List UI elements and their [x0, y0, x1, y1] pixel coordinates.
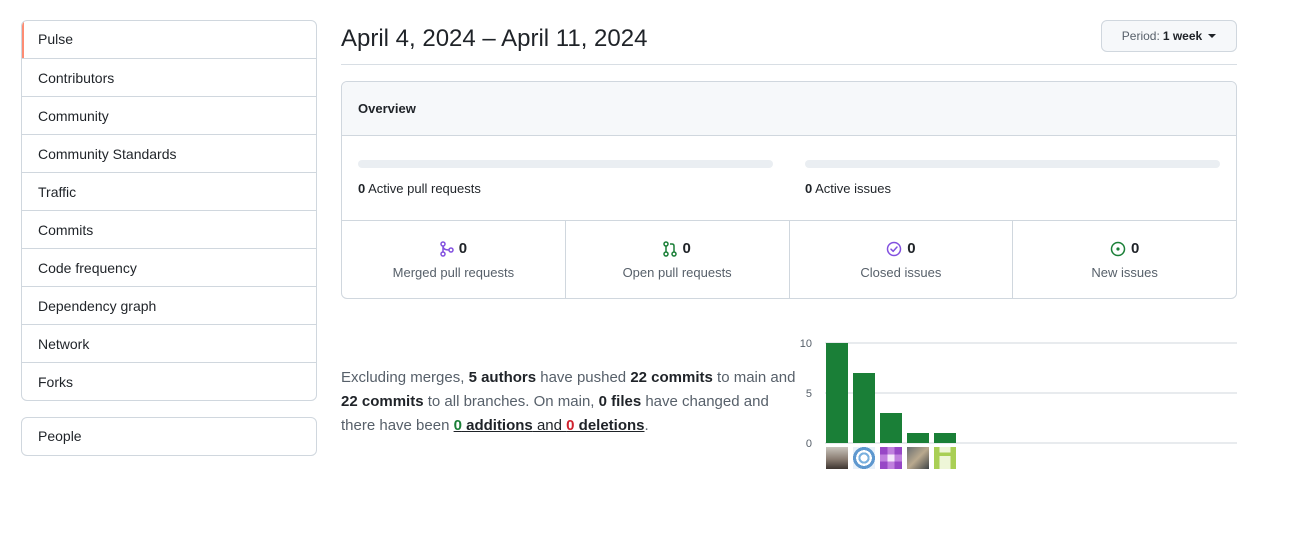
chart-bar[interactable]	[880, 413, 902, 443]
sidebar-item-traffic[interactable]: Traffic	[22, 172, 316, 210]
closed-issues-stat[interactable]: 0 Closed issues	[788, 221, 1013, 298]
active-issues-progress	[805, 160, 1220, 168]
additions-word: additions	[461, 417, 533, 434]
merged-pull-requests-count: 0	[458, 240, 468, 257]
closed-issues-count: 0	[907, 240, 916, 257]
active-issues-label: Active issues	[815, 181, 892, 196]
sidebar-item-community[interactable]: Community	[22, 96, 316, 134]
active-pull-requests-progress	[358, 160, 773, 168]
sidebar-item-community-standards[interactable]: Community Standards	[22, 134, 316, 172]
sidebar-item-network[interactable]: Network	[22, 324, 316, 362]
author-photo-icon[interactable]	[826, 447, 848, 469]
insights-sidebar: Pulse Contributors Community Community S…	[21, 20, 317, 401]
chart-y-tick-label: 10	[800, 338, 812, 350]
deletions-count: 0	[566, 417, 575, 434]
summary-text-2: have pushed	[536, 369, 631, 386]
commits-by-author-chart: 0 5 10	[790, 330, 1240, 478]
new-issues-label: New issues	[1091, 264, 1158, 280]
open-pull-requests-label: Open pull requests	[622, 264, 732, 280]
active-pull-requests-count: 0	[358, 181, 366, 196]
open-pull-requests-count: 0	[682, 240, 691, 257]
sidebar-item-commits[interactable]: Commits	[22, 210, 316, 248]
summary-text-4: to all branches. On main,	[423, 393, 599, 410]
sidebar-item-code-frequency[interactable]: Code frequency	[22, 248, 316, 286]
globe-avatar-icon[interactable]	[853, 447, 875, 469]
author-photo-icon[interactable]	[907, 447, 929, 469]
merged-pull-requests-stat[interactable]: 0 Merged pull requests	[342, 221, 565, 298]
summary-commits-main: 22 commits	[630, 369, 713, 386]
additions-deletions-link[interactable]: 0 additions and 0 deletions	[454, 417, 645, 434]
deletions-word: deletions	[574, 417, 645, 434]
chart-bar[interactable]	[934, 433, 956, 443]
overview-progress-row: 0 Active pull requests 0 Active issues	[342, 136, 1236, 221]
chart-bar[interactable]	[826, 343, 848, 443]
chart-bar[interactable]	[853, 373, 875, 443]
summary-and: and	[532, 417, 567, 434]
closed-issues-label: Closed issues	[860, 264, 942, 280]
sidebar-item-forks[interactable]: Forks	[22, 362, 316, 400]
summary-text-3: to main and	[712, 369, 796, 386]
additions-count: 0	[453, 417, 462, 434]
issue-closed-icon	[886, 241, 902, 256]
summary-end: .	[644, 417, 649, 434]
active-pull-requests-label: Active pull requests	[368, 181, 481, 196]
sidebar-item-dependency-graph[interactable]: Dependency graph	[22, 286, 316, 324]
active-pull-requests-link[interactable]: 0 Active pull requests	[358, 181, 481, 196]
git-merge-icon	[439, 240, 454, 257]
overview-title: Overview	[342, 82, 1236, 136]
new-issues-stat[interactable]: 0 New issues	[1012, 221, 1236, 298]
open-pull-requests-stat[interactable]: 0 Open pull requests	[564, 221, 789, 298]
issue-opened-icon	[1110, 241, 1126, 256]
git-pull-request-icon	[663, 240, 678, 257]
overview-panel: Overview 0 Active pull requests 0 Active…	[341, 81, 1237, 299]
insights-sidebar-secondary: People	[21, 417, 317, 456]
period-value: 1 week	[1162, 29, 1203, 43]
period-dropdown-button[interactable]: Period: 1 week	[1101, 20, 1237, 52]
new-issues-count: 0	[1130, 240, 1140, 257]
summary-commits-all: 22 commits	[341, 393, 424, 410]
chart-y-tick-label: 5	[806, 388, 812, 400]
active-issues-link[interactable]: 0 Active issues	[805, 181, 891, 196]
identicon-green-icon[interactable]	[934, 447, 956, 469]
sidebar-item-people[interactable]: People	[22, 418, 316, 455]
page-title: April 4, 2024 – April 11, 2024	[341, 25, 648, 52]
summary-files: 0 files	[598, 393, 642, 410]
title-divider	[341, 64, 1237, 65]
merged-pull-requests-label: Merged pull requests	[392, 264, 515, 280]
overview-stats: 0 Merged pull requests 0 Open pull reque…	[342, 221, 1236, 298]
summary-text-1: Excluding merges,	[341, 369, 469, 386]
sidebar-item-contributors[interactable]: Contributors	[22, 58, 316, 96]
active-issues-count: 0	[805, 181, 813, 196]
identicon-purple-icon[interactable]	[880, 447, 902, 469]
caret-down-icon	[1208, 34, 1217, 38]
summary-authors: 5 authors	[468, 369, 537, 386]
period-label: Period:	[1121, 29, 1160, 43]
chart-y-tick-label: 0	[806, 438, 812, 450]
sidebar-item-pulse[interactable]: Pulse	[22, 21, 316, 58]
chart-bar[interactable]	[907, 433, 929, 443]
commit-summary: Excluding merges, 5 authors have pushed …	[341, 366, 796, 438]
